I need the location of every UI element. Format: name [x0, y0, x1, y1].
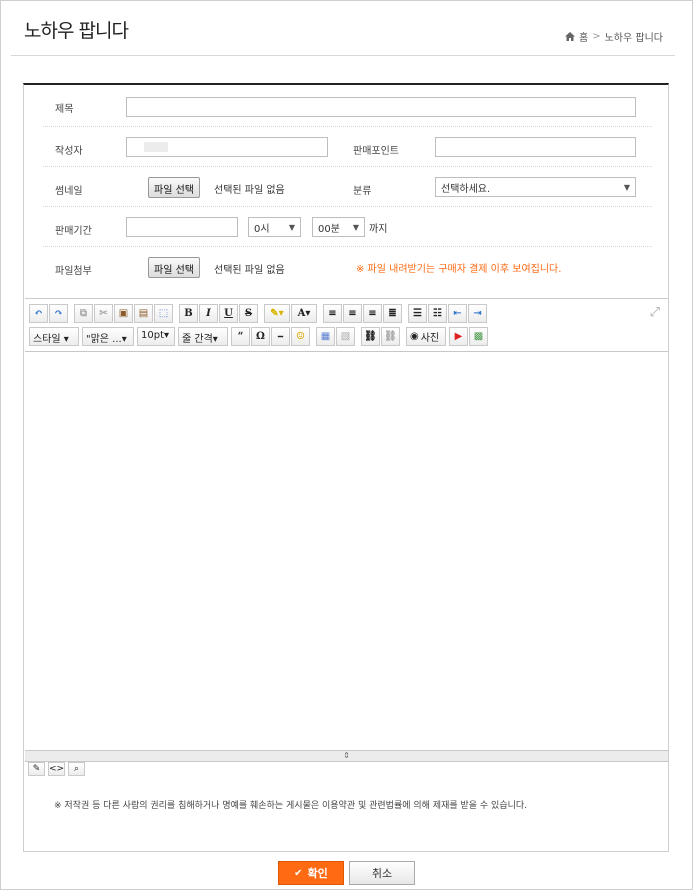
row-title: 제목: [43, 85, 652, 127]
italic-icon[interactable]: I: [199, 303, 218, 323]
font-color-icon[interactable]: A▾: [291, 303, 317, 323]
title-input[interactable]: [126, 97, 636, 117]
attach-notice: ※ 파일 내려받기는 구매자 결제 이후 보여집니다.: [356, 264, 562, 275]
category-label: 분류: [353, 186, 372, 197]
camera-icon: ◉: [410, 330, 419, 342]
redo-icon[interactable]: ↷: [49, 303, 68, 323]
header-divider: [11, 55, 675, 56]
hour-select[interactable]: 0시 ▼: [248, 217, 301, 237]
style-dropdown[interactable]: 스타일 ▾: [29, 326, 79, 346]
special-char-icon[interactable]: Ω: [251, 326, 270, 346]
align-center-icon[interactable]: ≡: [343, 303, 362, 323]
breadcrumb: 홈 > 노하우 팝니다: [565, 29, 663, 44]
editor-mode-bar: ✎ <> ⌕: [28, 762, 86, 776]
bold-icon[interactable]: B: [179, 303, 198, 323]
author-label: 작성자: [55, 146, 83, 157]
select-all-icon[interactable]: ⬚: [154, 303, 173, 323]
html-code-icon[interactable]: <>: [48, 762, 65, 776]
hour-selected: 0시: [254, 224, 270, 235]
expand-icon[interactable]: ⤢: [650, 305, 660, 320]
row-attach: 파일첨부 파일 선택 선택된 파일 없음 ※ 파일 내려받기는 구매자 결제 이…: [43, 247, 652, 287]
cut-icon[interactable]: ✂: [94, 303, 113, 323]
unlink-icon[interactable]: ⛓: [381, 326, 400, 346]
attach-file-button[interactable]: 파일 선택: [148, 257, 200, 278]
chevron-right-icon: >: [592, 31, 601, 42]
period-date-input[interactable]: [126, 217, 238, 237]
until-text: 까지: [369, 224, 388, 235]
editor-toolbar-row-2: 스타일 ▾ "맑은 ...▾ 10pt▾ 줄 간격▾ “ Ω ⎯ ☺ ▦ ▧ ⛓…: [29, 325, 489, 347]
editor-content-area[interactable]: [25, 351, 668, 751]
write-form: 제목 작성자 판매포인트 썸네일 파일 선택 선택된 파일 없음 분류 선택하세…: [23, 83, 669, 852]
row-period: 판매기간 0시 ▼ 00분 ▼ 까지: [43, 207, 652, 247]
page: 노하우 팝니다 홈 > 노하우 팝니다 제목 작성자 판매포인트 썸네일 파일 …: [0, 0, 693, 890]
video-icon[interactable]: ▶: [449, 326, 468, 346]
unordered-list-icon[interactable]: ☷: [428, 303, 447, 323]
underline-icon[interactable]: U: [219, 303, 238, 323]
page-title: 노하우 팝니다: [24, 20, 129, 42]
font-family-dropdown-label: "맑은 ...: [86, 333, 122, 345]
title-label: 제목: [55, 104, 74, 115]
align-left-icon[interactable]: ≡: [323, 303, 342, 323]
undo-icon[interactable]: ↶: [29, 303, 48, 323]
font-size-dropdown-label: 10pt: [141, 329, 164, 341]
strikethrough-icon[interactable]: S: [239, 303, 258, 323]
row-thumbnail: 썸네일 파일 선택 선택된 파일 없음 분류 선택하세요. ▼: [43, 167, 652, 207]
ordered-list-icon[interactable]: ☰: [408, 303, 427, 323]
rich-text-editor: ⤢ ↶ ↷ ⧉ ✂ ▣ ▤ ⬚ B I U S ✎▾ A▾ ≡ ≡ ≡ ≣ ☰ …: [25, 298, 668, 764]
copyright-notice: ※ 저작권 등 다른 사람의 권리를 침해하거나 명예를 훼손하는 게시물은 이…: [54, 801, 528, 811]
photo-button[interactable]: ◉ 사진: [406, 326, 446, 346]
line-height-dropdown-label: 줄 간격: [182, 333, 213, 345]
row-author: 작성자 판매포인트: [43, 127, 652, 167]
font-size-dropdown[interactable]: 10pt▾: [137, 326, 175, 346]
minute-select[interactable]: 00분 ▼: [312, 217, 365, 237]
selling-point-label: 판매포인트: [353, 146, 399, 157]
style-dropdown-label: 스타일: [33, 333, 61, 345]
breadcrumb-current: 노하우 팝니다: [604, 33, 663, 44]
period-label: 판매기간: [55, 226, 92, 237]
category-select[interactable]: 선택하세요. ▼: [435, 177, 636, 197]
copy-icon[interactable]: ⧉: [74, 303, 93, 323]
cancel-button[interactable]: 취소: [349, 861, 415, 885]
caret-down-icon: ▼: [352, 223, 359, 232]
align-right-icon[interactable]: ≡: [363, 303, 382, 323]
category-selected: 선택하세요.: [441, 184, 491, 195]
editor-resize-handle[interactable]: ⇕: [25, 751, 668, 762]
selling-point-input[interactable]: [435, 137, 636, 157]
horizontal-rule-icon[interactable]: ⎯: [271, 326, 290, 346]
check-icon: ✔: [294, 867, 303, 879]
author-name-masked: [144, 142, 168, 152]
caret-down-icon: ▼: [288, 223, 295, 232]
confirm-button-label: 확인: [307, 867, 328, 880]
photo-button-label: 사진: [420, 332, 440, 344]
author-input[interactable]: [126, 137, 328, 157]
pencil-icon[interactable]: ✎: [28, 762, 45, 776]
editor-toolbar-row-1: ↶ ↷ ⧉ ✂ ▣ ▤ ⬚ B I U S ✎▾ A▾ ≡ ≡ ≡ ≣ ☰ ☷ …: [29, 302, 488, 324]
font-family-dropdown[interactable]: "맑은 ...▾: [82, 326, 134, 346]
table-icon[interactable]: ▦: [316, 326, 335, 346]
table-edit-icon[interactable]: ▧: [336, 326, 355, 346]
confirm-button[interactable]: ✔ 확인: [278, 861, 344, 885]
home-icon[interactable]: [565, 32, 576, 41]
emoticon-icon[interactable]: ☺: [291, 326, 310, 346]
preview-magnifier-icon[interactable]: ⌕: [68, 762, 85, 776]
minute-selected: 00분: [318, 224, 340, 235]
attach-label: 파일첨부: [55, 266, 92, 277]
link-icon[interactable]: ⛓: [361, 326, 380, 346]
paste-icon[interactable]: ▣: [114, 303, 133, 323]
line-height-dropdown[interactable]: 줄 간격▾: [178, 326, 228, 346]
highlight-color-icon[interactable]: ✎▾: [264, 303, 290, 323]
thumbnail-file-button[interactable]: 파일 선택: [148, 177, 200, 198]
thumbnail-file-status: 선택된 파일 없음: [214, 185, 285, 196]
outdent-icon[interactable]: ⇤: [448, 303, 467, 323]
breadcrumb-home[interactable]: 홈: [579, 29, 588, 44]
attach-file-status: 선택된 파일 없음: [214, 265, 285, 276]
paste-special-icon[interactable]: ▤: [134, 303, 153, 323]
indent-icon[interactable]: ⇥: [468, 303, 487, 323]
caret-down-icon: ▼: [623, 183, 630, 192]
image-icon[interactable]: ▩: [469, 326, 488, 346]
align-justify-icon[interactable]: ≣: [383, 303, 402, 323]
thumbnail-label: 썸네일: [55, 186, 83, 197]
quote-icon[interactable]: “: [231, 326, 250, 346]
